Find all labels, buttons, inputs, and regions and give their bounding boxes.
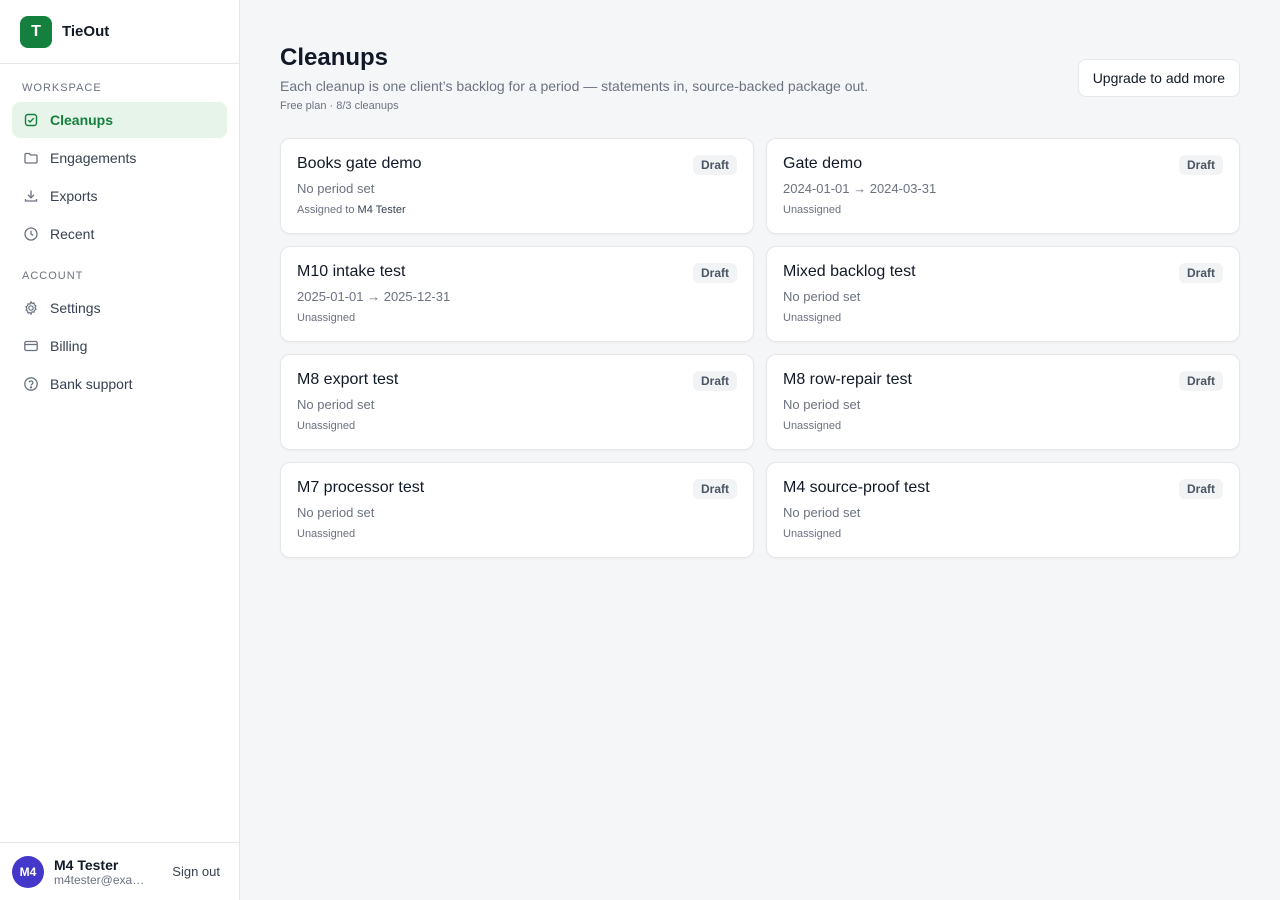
user-bar: M4 M4 Tester m4tester@exa… Sign out <box>0 842 240 900</box>
sidebar-item-label: Exports <box>50 188 98 204</box>
card-period: No period set <box>783 289 861 304</box>
cleanup-grid: Books gate demo Draft No period set Assi… <box>280 138 1240 558</box>
assignment-prefix: Unassigned <box>783 204 842 216</box>
card-period: 2025-01-01 → 2025-12-31 <box>297 289 451 304</box>
assignment-prefix: Unassigned <box>783 312 842 324</box>
cleanup-card[interactable]: M4 source-proof test Draft No period set… <box>766 462 1240 558</box>
cleanup-card[interactable]: M10 intake test Draft 2025-01-01 → 2025-… <box>280 246 754 342</box>
user-email: m4tester@exa… <box>54 872 145 887</box>
gear-icon <box>22 299 40 317</box>
status-badge: Draft <box>692 479 737 499</box>
card-assignment: Assigned to M4 Tester <box>297 204 737 216</box>
card-period: 2024-01-01 → 2024-03-31 <box>783 181 937 196</box>
card-title: M4 source-proof test <box>783 479 930 496</box>
assignment-prefix: Unassigned <box>297 420 356 432</box>
cleanup-card[interactable]: Books gate demo Draft No period set Assi… <box>280 138 754 234</box>
sidebar-item-engagements[interactable]: Engagements <box>12 140 227 176</box>
card-period: No period set <box>297 397 375 412</box>
status-badge: Draft <box>1178 263 1223 283</box>
account-section-label: ACCOUNT <box>22 270 84 282</box>
folder-icon <box>22 149 40 167</box>
assignment-prefix: Unassigned <box>783 528 842 540</box>
account-nav: Settings Billing Bank support <box>0 290 239 402</box>
workspace-nav: Cleanups Engagements Exports Recent <box>0 102 239 252</box>
brand-logo: T <box>20 15 52 48</box>
status-badge: Draft <box>1178 371 1223 391</box>
card-assignment: Unassigned <box>297 528 737 540</box>
sidebar-item-label: Recent <box>50 226 95 242</box>
checklist-icon <box>22 111 40 129</box>
sidebar-item-label: Bank support <box>50 376 133 392</box>
status-badge: Draft <box>692 371 737 391</box>
user-name: M4 Tester <box>54 856 119 873</box>
help-circle-icon <box>22 375 40 393</box>
card-period: No period set <box>297 181 375 196</box>
card-period: No period set <box>783 397 861 412</box>
assignment-prefix: Unassigned <box>783 420 842 432</box>
cleanup-card[interactable]: Gate demo Draft 2024-01-01 → 2024-03-31 … <box>766 138 1240 234</box>
sign-out-button[interactable]: Sign out <box>172 864 228 879</box>
card-title: M10 intake test <box>297 263 406 280</box>
card-period: No period set <box>297 505 375 520</box>
sidebar-item-settings[interactable]: Settings <box>12 290 227 326</box>
assignee-name: M4 Tester <box>357 204 406 216</box>
sidebar-item-label: Cleanups <box>50 112 114 128</box>
avatar[interactable]: M4 <box>12 855 44 888</box>
sidebar-item-billing[interactable]: Billing <box>12 328 227 364</box>
card-assignment: Unassigned <box>297 312 737 324</box>
assignment-prefix: Unassigned <box>297 528 356 540</box>
page-subtitle: Each cleanup is one client’s backlog for… <box>280 78 869 94</box>
sidebar-item-label: Engagements <box>50 150 137 166</box>
brand[interactable]: T TieOut <box>0 0 239 64</box>
page-title: Cleanups <box>280 44 389 71</box>
clock-icon <box>22 225 40 243</box>
header-text: Cleanups Each cleanup is one client’s ba… <box>280 44 868 112</box>
cleanup-card[interactable]: Mixed backlog test Draft No period set U… <box>766 246 1240 342</box>
card-period: No period set <box>783 505 861 520</box>
status-badge: Draft <box>692 155 737 175</box>
card-title: Mixed backlog test <box>783 263 916 280</box>
cleanup-card[interactable]: M8 export test Draft No period set Unass… <box>280 354 754 450</box>
card-assignment: Unassigned <box>297 420 737 432</box>
status-badge: Draft <box>692 263 737 283</box>
sidebar-item-bank-support[interactable]: Bank support <box>12 366 227 402</box>
status-badge: Draft <box>1178 479 1223 499</box>
card-title: M8 row-repair test <box>783 371 912 388</box>
sidebar-item-cleanups[interactable]: Cleanups <box>12 102 227 138</box>
card-title: Gate demo <box>783 155 863 172</box>
card-title: M8 export test <box>297 371 399 388</box>
card-assignment: Unassigned <box>783 204 1223 216</box>
brand-name: TieOut <box>62 23 110 40</box>
user-info: M4 Tester m4tester@exa… <box>54 857 154 887</box>
workspace-section-label: WORKSPACE <box>22 82 102 94</box>
download-icon <box>22 187 40 205</box>
card-assignment: Unassigned <box>783 420 1223 432</box>
assignment-prefix: Unassigned <box>297 312 356 324</box>
sidebar-item-exports[interactable]: Exports <box>12 178 227 214</box>
upgrade-button[interactable]: Upgrade to add more <box>1077 59 1240 97</box>
credit-card-icon <box>22 337 40 355</box>
card-assignment: Unassigned <box>783 312 1223 324</box>
sidebar-item-label: Settings <box>50 300 101 316</box>
card-title: Books gate demo <box>297 155 422 172</box>
card-title: M7 processor test <box>297 479 425 496</box>
cleanup-card[interactable]: M7 processor test Draft No period set Un… <box>280 462 754 558</box>
card-assignment: Unassigned <box>783 528 1223 540</box>
main-content: Cleanups Each cleanup is one client’s ba… <box>240 0 1280 900</box>
page-header: Cleanups Each cleanup is one client’s ba… <box>280 44 1240 112</box>
plan-usage-note: Free plan · 8/3 cleanups <box>280 100 399 112</box>
cleanup-card[interactable]: M8 row-repair test Draft No period set U… <box>766 354 1240 450</box>
sidebar-item-recent[interactable]: Recent <box>12 216 227 252</box>
sidebar-item-label: Billing <box>50 338 88 354</box>
assignment-prefix: Assigned to <box>297 204 358 216</box>
status-badge: Draft <box>1178 155 1223 175</box>
sidebar: T TieOut WORKSPACE Cleanups Engagements … <box>0 0 240 900</box>
